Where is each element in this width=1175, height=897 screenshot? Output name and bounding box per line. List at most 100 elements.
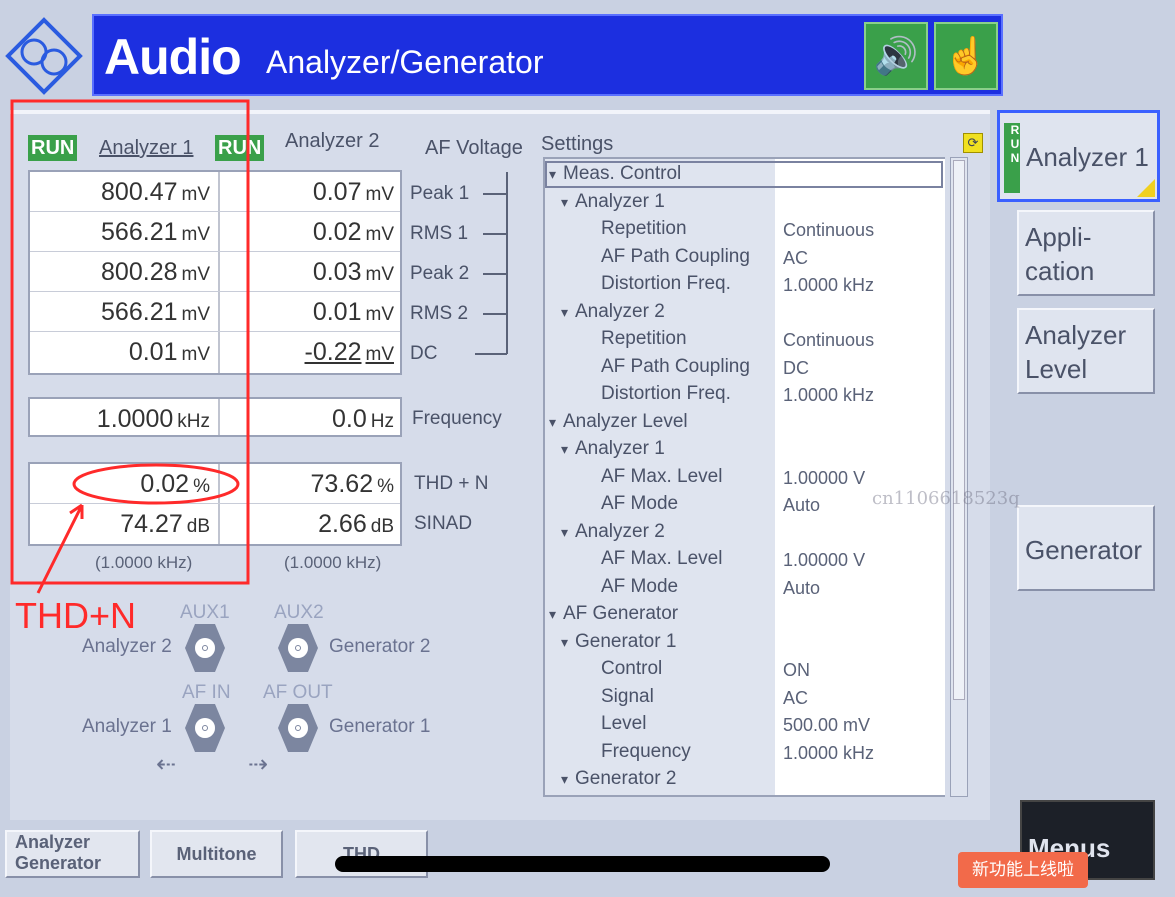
settings-row-value[interactable]: AC (783, 688, 808, 709)
frequency-label: Frequency (412, 408, 502, 429)
expand-triangle-icon[interactable]: ▾ (561, 771, 568, 798)
settings-row-label[interactable]: Analyzer 1 (575, 191, 665, 218)
expand-triangle-icon[interactable]: ▾ (561, 441, 568, 468)
settings-row-label[interactable]: AF Path Coupling (601, 356, 750, 383)
settings-row-label[interactable]: AF Max. Level (601, 548, 722, 575)
settings-row-label[interactable]: Repetition (601, 328, 687, 355)
settings-row-value[interactable]: 1.0000 kHz (783, 385, 874, 406)
settings-row-label[interactable]: Analyzer 2 (575, 521, 665, 548)
generator1-conn-label: Generator 1 (329, 716, 431, 737)
row-label: Peak 2 (410, 263, 470, 284)
settings-row-label[interactable]: Analyzer Level (563, 411, 688, 438)
settings-row-label[interactable]: Level (601, 713, 646, 740)
app-title: Audio (104, 29, 242, 85)
new-feature-toast[interactable]: 新功能上线啦 (958, 852, 1088, 888)
afout-label: AF OUT (263, 682, 333, 703)
analyzer2-header[interactable]: Analyzer 2 (285, 130, 380, 153)
settings-row-value[interactable]: 500.00 mV (783, 715, 870, 736)
value: 73.62 (310, 470, 374, 498)
settings-row-label[interactable]: Distortion Freq. (601, 383, 731, 410)
unit: mV (365, 224, 395, 245)
generator-softkey[interactable]: Generator (1017, 505, 1155, 591)
settings-row-value[interactable]: AC (783, 248, 808, 269)
softkey-label: Analyzer 1 (1026, 142, 1149, 172)
speaker-icon[interactable]: 🔊 (864, 22, 928, 90)
settings-row-value[interactable]: Continuous (783, 220, 874, 241)
settings-row-label[interactable]: Distortion Freq. (601, 273, 731, 300)
row-label: Peak 1 (410, 183, 470, 204)
value: -0.22 (304, 338, 362, 366)
application-softkey[interactable]: Appli- cation (1017, 210, 1155, 296)
expand-triangle-icon[interactable]: ▾ (561, 524, 568, 551)
watermark: cn1106618523q (872, 488, 1020, 509)
expand-triangle-icon[interactable]: ▾ (561, 304, 568, 331)
settings-row-label[interactable]: AF Path Coupling (601, 246, 750, 273)
row-label: DC (410, 343, 438, 364)
home-indicator[interactable] (335, 856, 830, 872)
settings-row-value[interactable]: 1.0000 kHz (783, 743, 874, 764)
settings-title: Settings (541, 133, 614, 155)
analyzer2-conn-label: Analyzer 2 (82, 636, 172, 657)
corner-marker (1137, 179, 1155, 197)
value: 0.07 (312, 178, 362, 206)
touch-hand-icon[interactable]: ☝ (934, 22, 998, 90)
red-annotation (10, 99, 250, 594)
settings-row-value[interactable]: Auto (783, 495, 820, 516)
unit: mV (365, 264, 395, 285)
settings-row-label[interactable]: AF Max. Level (601, 466, 722, 493)
run-text: RUN (1008, 123, 1022, 165)
settings-row-label[interactable]: Analyzer 1 (575, 438, 665, 465)
unit: dB (370, 516, 394, 537)
settings-row-label[interactable]: Signal (601, 686, 654, 713)
selected-row-highlight (545, 161, 943, 188)
tab-analyzer-generator[interactable]: Analyzer Generator (5, 830, 140, 878)
settings-row-value[interactable]: Auto (783, 578, 820, 599)
settings-row-label[interactable]: AF Generator (563, 603, 678, 630)
expand-triangle-icon[interactable]: ▾ (549, 414, 556, 441)
settings-row-value[interactable]: DC (783, 358, 809, 379)
expand-triangle-icon[interactable]: ▾ (561, 634, 568, 661)
settings-row-label[interactable]: AF Mode (601, 576, 678, 603)
settings-row-label[interactable]: Control (601, 658, 662, 685)
unit: % (377, 476, 394, 497)
aux1-label: AUX1 (180, 602, 230, 623)
settings-row-label[interactable]: AF Mode (601, 493, 678, 520)
row-label: RMS 1 (410, 223, 469, 244)
value: 2.66 (318, 510, 367, 538)
aux2-label: AUX2 (274, 602, 324, 623)
settings-row-value[interactable]: 1.0000 kHz (783, 275, 874, 296)
settings-row-label[interactable]: Generator 2 (575, 768, 676, 795)
refresh-icon[interactable]: ⟳ (963, 133, 983, 153)
settings-row-value[interactable]: 1.00000 V (783, 550, 865, 571)
settings-row-label[interactable]: Repetition (601, 218, 687, 245)
bracket-lines (475, 172, 508, 355)
expand-triangle-icon[interactable]: ▾ (549, 606, 556, 633)
sinad-label: SINAD (414, 513, 473, 534)
rs-logo (5, 17, 83, 95)
unit: mV (365, 304, 395, 325)
af-voltage-label: AF Voltage (425, 137, 523, 159)
unit: mV (365, 344, 395, 365)
row-label: RMS 2 (410, 303, 469, 324)
header-bar: Audio Analyzer/Generator 🔊 ☝ (92, 14, 1003, 96)
tab-multitone[interactable]: Multitone (150, 830, 283, 878)
thdn-label: THD + N (414, 473, 489, 494)
input-arrow-icon: ⇠ (156, 751, 177, 778)
distortion-freq-2: (1.0000 kHz) (284, 553, 382, 572)
settings-row-value[interactable]: Continuous (783, 330, 874, 351)
settings-row-label[interactable]: Analyzer 2 (575, 301, 665, 328)
expand-triangle-icon[interactable]: ▾ (561, 194, 568, 221)
analyzer-level-softkey[interactable]: Analyzer Level (1017, 308, 1155, 394)
analyzer1-softkey[interactable]: RUN Analyzer 1 (997, 110, 1160, 202)
settings-row-value[interactable]: 1.00000 V (783, 468, 865, 489)
output-arrow-icon: ⇢ (248, 751, 269, 778)
value: 0.03 (312, 258, 362, 286)
value: 0.02 (312, 218, 362, 246)
unit: Hz (370, 411, 394, 432)
settings-row-value[interactable]: ON (783, 660, 810, 681)
scrollbar[interactable] (950, 157, 968, 797)
settings-row-label[interactable]: Frequency (601, 741, 691, 768)
settings-row-label[interactable]: Generator 1 (575, 631, 676, 658)
afin-label: AF IN (182, 682, 231, 703)
app-subtitle: Analyzer/Generator (266, 44, 544, 80)
